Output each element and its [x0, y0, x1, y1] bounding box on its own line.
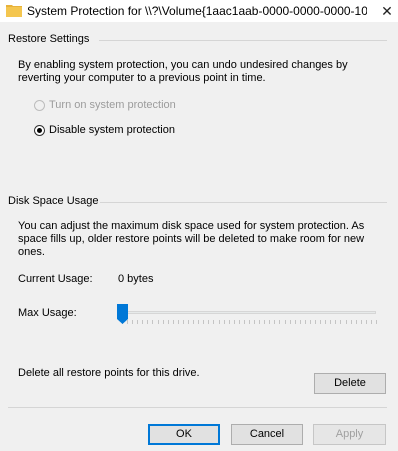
close-icon: ✕ — [381, 3, 393, 19]
disk-space-description: You can adjust the maximum disk space us… — [18, 220, 365, 258]
current-usage-label: Current Usage: — [18, 273, 93, 285]
delete-button[interactable]: Delete — [314, 373, 386, 394]
restore-settings-divider — [99, 40, 387, 41]
disable-protection-radio[interactable]: Disable system protection — [34, 124, 175, 136]
footer-divider — [8, 407, 387, 408]
close-button[interactable]: ✕ — [376, 0, 398, 22]
delete-description: Delete all restore points for this drive… — [18, 367, 200, 379]
restore-settings-description: By enabling system protection, you can u… — [18, 59, 348, 84]
cancel-button[interactable]: Cancel — [231, 424, 303, 445]
ok-button[interactable]: OK — [148, 424, 220, 445]
radio-button — [34, 99, 45, 111]
current-usage-value: 0 bytes — [118, 273, 154, 285]
turn-on-protection-radio[interactable]: Turn on system protection — [34, 99, 176, 111]
max-usage-slider-track[interactable] — [118, 311, 376, 314]
turn-on-protection-label: Turn on system protection — [49, 99, 176, 111]
disable-protection-label: Disable system protection — [49, 124, 175, 136]
restore-settings-heading: Restore Settings — [8, 33, 90, 45]
slider-ticks — [122, 320, 377, 324]
title-bar: System Protection for \\?\Volume{1aac1aa… — [0, 0, 398, 22]
max-usage-slider-thumb[interactable] — [117, 304, 128, 324]
folder-icon — [6, 5, 22, 17]
window-title: System Protection for \\?\Volume{1aac1aa… — [27, 4, 367, 18]
disk-space-divider — [100, 202, 387, 203]
radio-button — [34, 124, 45, 136]
disk-space-heading: Disk Space Usage — [8, 195, 99, 207]
apply-button[interactable]: Apply — [313, 424, 386, 445]
max-usage-label: Max Usage: — [18, 307, 77, 319]
